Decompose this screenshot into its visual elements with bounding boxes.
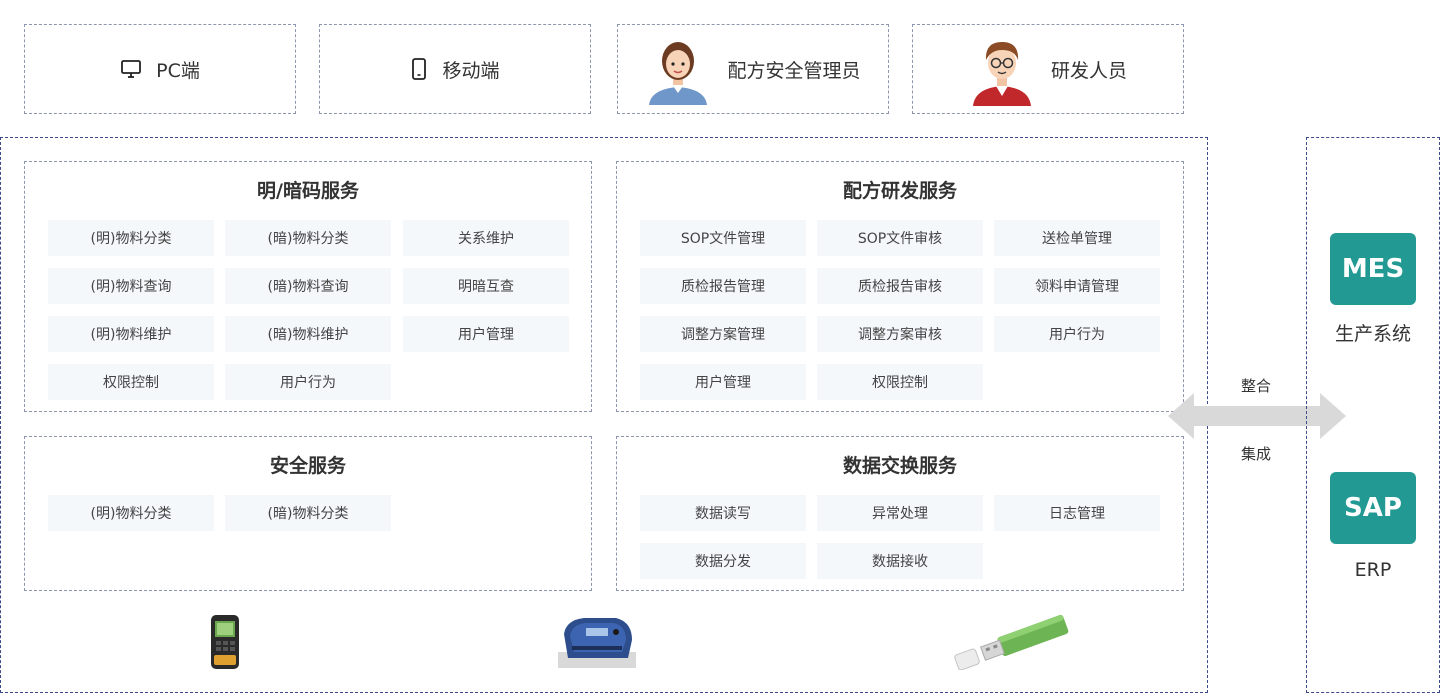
service-item[interactable]: 数据分发 (640, 543, 806, 579)
usb-drive-icon (951, 614, 1079, 671)
role-recipe-admin: 配方安全管理员 (617, 24, 889, 114)
service-item[interactable]: (暗)物料分类 (225, 495, 391, 531)
mes-badge[interactable]: MES (1330, 233, 1416, 305)
service-item[interactable]: 权限控制 (817, 364, 983, 400)
service-item[interactable]: 数据接收 (817, 543, 983, 579)
service-item[interactable]: (明)物料查询 (48, 268, 214, 304)
service-item[interactable]: 调整方案审核 (817, 316, 983, 352)
service-item[interactable]: (明)物料分类 (48, 495, 214, 531)
service-item[interactable]: (暗)物料查询 (225, 268, 391, 304)
panel-title: 明/暗码服务 (257, 180, 359, 202)
panel-code-service: 明/暗码服务 (明)物料分类 (暗)物料分类 关系维护 (明)物料查询 (暗)物… (24, 161, 592, 412)
label-printer-icon (558, 614, 636, 670)
service-item[interactable]: 数据读写 (640, 495, 806, 531)
service-item[interactable]: 用户行为 (225, 364, 391, 400)
handheld-scanner-icon (208, 615, 242, 669)
service-item[interactable]: (明)物料分类 (48, 220, 214, 256)
service-item[interactable]: 权限控制 (48, 364, 214, 400)
service-item[interactable]: 异常处理 (817, 495, 983, 531)
role-rd-staff: 研发人员 (912, 24, 1184, 114)
system-label: 生产系统 (1334, 323, 1411, 345)
integrate-label: 集成 (1241, 445, 1272, 463)
service-item[interactable]: 用户行为 (994, 316, 1160, 352)
service-item[interactable]: (暗)物料维护 (225, 316, 391, 352)
service-item[interactable]: 送检单管理 (994, 220, 1160, 256)
service-item[interactable]: 明暗互查 (403, 268, 569, 304)
role-label: 移动端 (442, 59, 500, 82)
sap-badge[interactable]: SAP (1330, 472, 1416, 544)
service-item[interactable]: 用户管理 (640, 364, 806, 400)
female-avatar-icon (645, 33, 711, 105)
system-label: ERP (1354, 559, 1392, 581)
service-item[interactable]: 调整方案管理 (640, 316, 806, 352)
panel-rd-service: 配方研发服务 SOP文件管理 SOP文件审核 送检单管理 质检报告管理 质检报告… (616, 161, 1184, 412)
service-item[interactable]: 关系维护 (403, 220, 569, 256)
panel-security-service: 安全服务 (明)物料分类 (暗)物料分类 (24, 436, 592, 591)
role-label: PC端 (156, 59, 200, 82)
service-item[interactable]: 领料申请管理 (994, 268, 1160, 304)
service-item[interactable]: 质检报告审核 (817, 268, 983, 304)
service-item[interactable]: SOP文件审核 (817, 220, 983, 256)
external-systems-container (1306, 137, 1440, 693)
service-item[interactable]: SOP文件管理 (640, 220, 806, 256)
role-mobile: 移动端 (319, 24, 591, 114)
service-item[interactable]: (暗)物料分类 (225, 220, 391, 256)
service-item[interactable]: (明)物料维护 (48, 316, 214, 352)
panel-title: 配方研发服务 (842, 180, 957, 202)
service-item[interactable]: 用户管理 (403, 316, 569, 352)
service-item[interactable]: 日志管理 (994, 495, 1160, 531)
service-item[interactable]: 质检报告管理 (640, 268, 806, 304)
monitor-icon (120, 58, 142, 80)
role-label: 配方安全管理员 (727, 59, 861, 82)
panel-exchange-service: 数据交换服务 数据读写 异常处理 日志管理 数据分发 数据接收 (616, 436, 1184, 591)
panel-title: 数据交换服务 (842, 455, 957, 477)
panel-title: 安全服务 (269, 455, 346, 477)
mobile-phone-icon (410, 57, 428, 81)
role-pc: PC端 (24, 24, 296, 114)
male-avatar-icon (969, 32, 1035, 106)
role-label: 研发人员 (1050, 59, 1127, 82)
